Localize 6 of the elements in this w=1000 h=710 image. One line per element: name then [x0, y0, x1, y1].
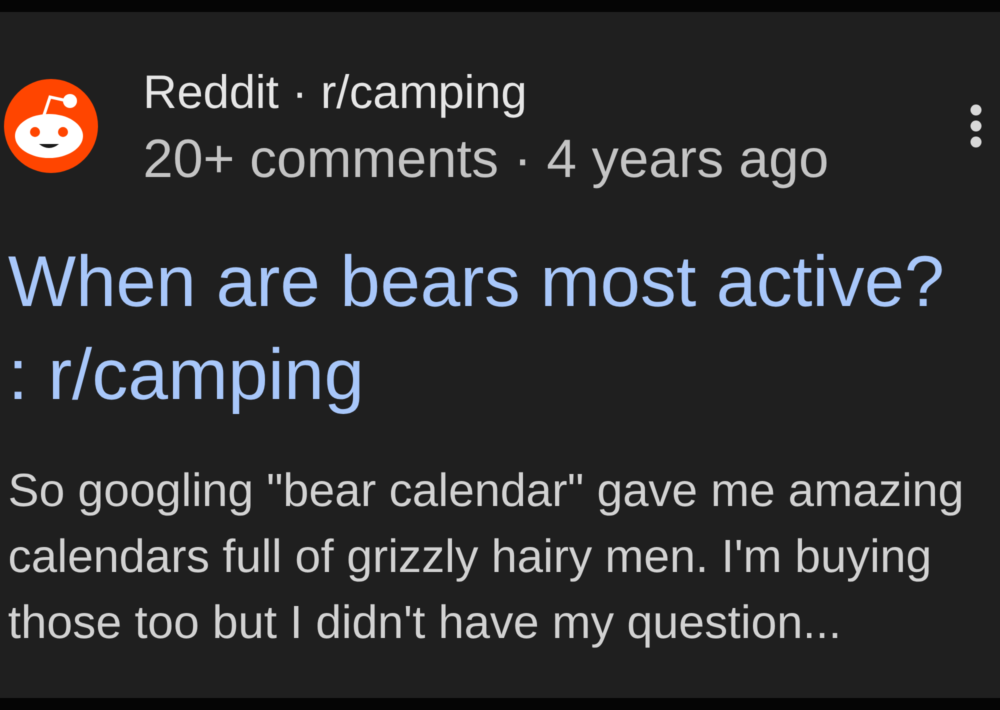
source-text: Reddit · r/camping — [143, 64, 527, 120]
alien-face-logo-icon — [4, 79, 98, 173]
meta-text: 20+ comments · 4 years ago — [143, 128, 829, 191]
result-snippet: So googling "bear calendar" gave me amazing calendars full of grizzly hairy men. I'm buying those too but I didn't have my question... — [8, 463, 965, 650]
result-title-link[interactable]: When are bears most active? : r/camping — [8, 236, 963, 422]
more-options-icon[interactable] — [970, 104, 982, 148]
